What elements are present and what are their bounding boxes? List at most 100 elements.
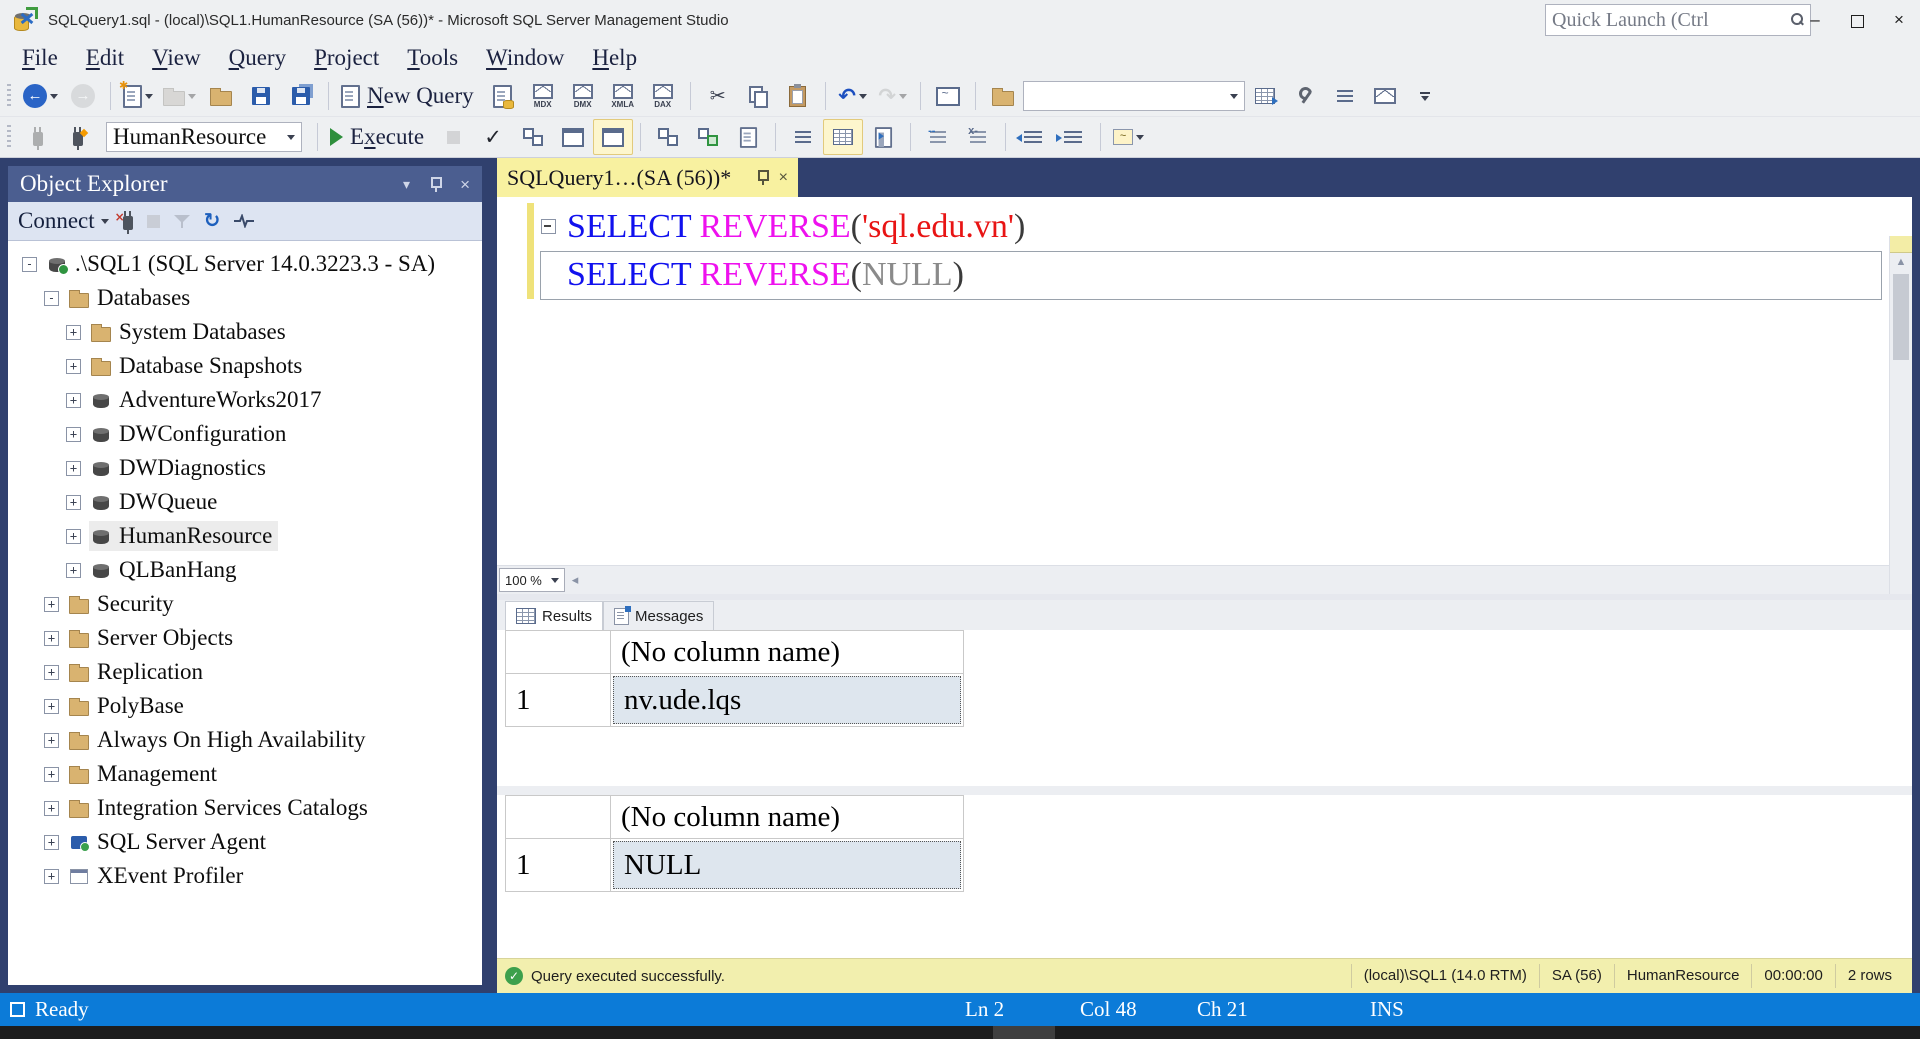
grid-row-number[interactable]: 1 [506,839,611,892]
grid-row-number[interactable]: 1 [506,674,611,727]
tree-item-qlbanhang[interactable]: +QLBanHang [8,553,482,587]
expand-node-icon[interactable]: + [66,495,81,510]
expand-node-icon[interactable]: + [66,427,81,442]
tree-item-always-on-high-availability[interactable]: +Always On High Availability [8,723,482,757]
hscroll-left-arrow[interactable]: ◂ [565,568,585,592]
list-view-button[interactable] [1325,78,1365,114]
vscroll-thumb[interactable] [1893,274,1909,360]
tab-messages[interactable]: Messages [603,601,714,630]
close-button[interactable]: × [1878,0,1920,40]
window-position-icon[interactable]: ▾ [403,177,410,191]
live-query-stats-button[interactable] [688,119,728,155]
options-button[interactable] [1285,78,1325,114]
results-to-file-button[interactable] [863,119,903,155]
uncomment-lines-button[interactable] [958,119,998,155]
database-engine-query-button[interactable] [483,78,523,114]
taskbar-button[interactable] [993,1026,1055,1039]
tree-item-xevent-profiler[interactable]: +XEvent Profiler [8,859,482,893]
toolbar-grip[interactable] [7,84,11,108]
collapse-node-icon[interactable]: - [44,291,59,306]
open-folder-button[interactable] [201,78,241,114]
grid-column-header[interactable]: (No column name) [611,796,964,839]
dax-query-button[interactable]: DAX [643,78,683,114]
minimize-button[interactable]: – [1794,0,1836,40]
cancel-query-button[interactable] [433,119,473,155]
tab-pin-icon[interactable] [757,170,767,185]
add-new-item-button[interactable] [118,78,158,114]
expand-node-icon[interactable]: + [44,631,59,646]
expand-node-icon[interactable]: + [44,733,59,748]
expand-node-icon[interactable]: + [66,529,81,544]
tree-item-dwconfiguration[interactable]: +DWConfiguration [8,417,482,451]
expand-node-icon[interactable]: + [66,563,81,578]
actual-plan-button[interactable] [648,119,688,155]
code-collapse-icon[interactable] [541,219,556,234]
restore-button[interactable] [1836,0,1878,40]
menu-item-query[interactable]: Query [215,45,301,71]
close-panel-icon[interactable]: × [460,176,470,193]
expand-node-icon[interactable]: + [44,699,59,714]
tree-item-system-databases[interactable]: +System Databases [8,315,482,349]
tree-item-integration-services-catalogs[interactable]: +Integration Services Catalogs [8,791,482,825]
dmx-query-button[interactable]: DMX [563,78,603,114]
tree-item-database-snapshots[interactable]: +Database Snapshots [8,349,482,383]
tree-item-dwqueue[interactable]: +DWQueue [8,485,482,519]
tree-item-replication[interactable]: +Replication [8,655,482,689]
toolbar-grip[interactable] [7,125,11,149]
find-combobox[interactable] [1023,81,1245,111]
paste-button[interactable] [778,78,818,114]
disconnect-icon[interactable]: × [123,216,133,230]
decrease-indent-button[interactable] [1013,119,1053,155]
client-stats-button[interactable] [728,119,768,155]
grid-column-header[interactable]: (No column name) [611,631,964,674]
tree-item-management[interactable]: +Management [8,757,482,791]
connect-button[interactable] [18,119,58,155]
pin-icon[interactable] [430,177,440,192]
tree-item-security[interactable]: +Security [8,587,482,621]
xmla-query-button[interactable]: XMLA [603,78,643,114]
grid-corner-cell[interactable] [506,631,611,674]
tree-item-adventureworks2017[interactable]: +AdventureWorks2017 [8,383,482,417]
copy-button[interactable] [738,78,778,114]
available-databases-combobox[interactable]: HumanResource [106,122,302,152]
tree-item-sql1-sql-server-14-0-3223-3-sa[interactable]: -.\SQL1 (SQL Server 14.0.3223.3 - SA) [8,247,482,281]
hscroll-track[interactable] [585,568,1890,592]
query-options-button[interactable] [553,119,593,155]
menu-item-help[interactable]: Help [578,45,651,71]
menu-item-tools[interactable]: Tools [393,45,472,71]
undo-button[interactable]: ↶ [833,78,873,114]
collapse-node-icon[interactable]: - [22,257,37,272]
tree-item-server-objects[interactable]: +Server Objects [8,621,482,655]
save-button[interactable] [241,78,281,114]
tree-item-databases[interactable]: -Databases [8,281,482,315]
save-all-button[interactable] [281,78,321,114]
toolbar1-overflow-button[interactable] [1405,78,1445,114]
increase-indent-button[interactable] [1053,119,1093,155]
grid-corner-cell[interactable] [506,796,611,839]
menu-item-file[interactable]: File [8,45,72,71]
tab-results[interactable]: Results [505,601,603,630]
result-grids-splitter[interactable] [497,786,1912,795]
browse-folder-button[interactable] [983,78,1023,114]
expand-node-icon[interactable]: + [66,325,81,340]
vscroll-up-arrow[interactable]: ▲ [1890,252,1912,272]
code-line-1[interactable]: SELECT REVERSE('sql.edu.vn') [567,203,1025,250]
stop-icon-oe[interactable] [147,215,160,228]
editor-vscrollbar[interactable]: ▲ ▼ [1889,236,1912,633]
quick-replace-button[interactable] [1245,78,1285,114]
expand-node-icon[interactable]: + [44,835,59,850]
navigate-forward-button[interactable]: → [63,78,103,114]
tree-item-humanresource[interactable]: +HumanResource [8,519,482,553]
change-connection-button[interactable] [58,119,98,155]
document-tab[interactable]: SQLQuery1…(SA (56))* × [497,158,798,197]
mail-button[interactable] [1365,78,1405,114]
estimated-plan-button[interactable] [513,119,553,155]
expand-node-icon[interactable]: + [66,359,81,374]
expand-node-icon[interactable]: + [44,767,59,782]
grid-cell-value[interactable]: NULL [611,839,964,892]
open-file-button[interactable] [158,78,201,114]
tree-item-polybase[interactable]: +PolyBase [8,689,482,723]
expand-node-icon[interactable]: + [44,801,59,816]
menu-item-project[interactable]: Project [300,45,393,71]
full-screen-button[interactable] [928,78,968,114]
